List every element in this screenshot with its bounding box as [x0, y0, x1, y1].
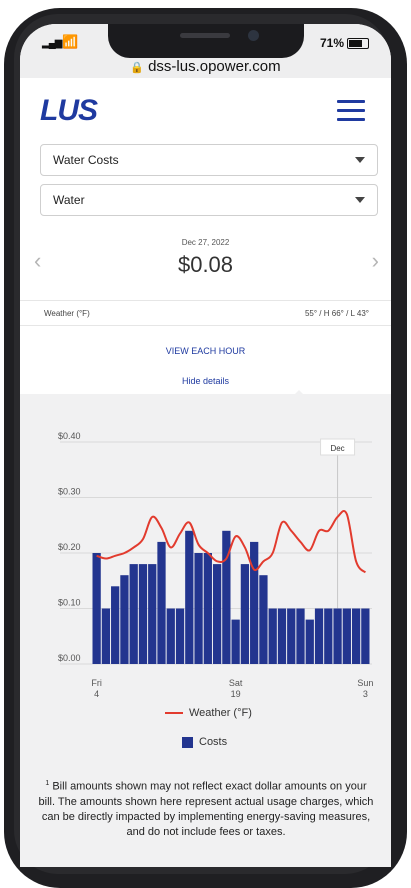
url-text: dss-lus.opower.com — [148, 58, 281, 75]
costs-swatch — [182, 736, 193, 748]
cost-bar — [111, 586, 120, 664]
selected-amount: $0.08 — [177, 252, 234, 277]
cost-bar — [268, 608, 277, 664]
weather-swatch — [165, 712, 183, 715]
cost-bar — [231, 619, 240, 664]
x-tick-date: 19 — [231, 689, 241, 699]
cost-bar — [361, 608, 370, 664]
cost-bar — [203, 553, 212, 664]
battery-indicator: 71% — [320, 36, 369, 50]
cost-bar — [314, 608, 324, 664]
screen: ▂▄▆ 📶 71% 🔒 dss-lus.opower.com LUS Water … — [20, 24, 391, 867]
cost-bar — [175, 608, 185, 664]
view-each-hour-link[interactable]: VIEW EACH HOUR — [20, 346, 391, 356]
x-tick-day: Sun — [357, 678, 373, 688]
footnote: 1 Bill amounts shown may not reflect exa… — [38, 780, 374, 838]
y-tick-label: $0.30 — [58, 487, 81, 497]
cost-bar — [185, 530, 194, 664]
cost-bar — [194, 553, 203, 664]
cost-bar — [157, 541, 166, 664]
y-tick-label: $0.20 — [58, 542, 81, 552]
weather-line — [96, 510, 367, 574]
site-header: LUS — [20, 78, 391, 142]
cost-bar — [250, 541, 259, 664]
y-tick-label: $0.40 — [58, 431, 81, 441]
cell-signal-icon: ▂▄▆ — [42, 38, 62, 49]
usage-chart: $0.00 $0.10 $0.20 $0.30 $0.40 Dec Fri4 Sat19 Sun… — [58, 431, 373, 699]
hide-details-link[interactable]: Hide details — [20, 376, 391, 386]
utility-select[interactable]: Water — [40, 184, 378, 216]
cost-bar — [212, 564, 222, 664]
cost-bar — [277, 608, 287, 664]
cost-bar — [240, 564, 250, 664]
cost-bar — [305, 619, 314, 664]
cost-type-select[interactable]: Water Costs — [40, 144, 378, 176]
hamburger-menu-icon[interactable] — [337, 100, 365, 122]
x-tick-day: Sat — [229, 678, 243, 688]
x-tick-date: 3 — [363, 689, 368, 699]
battery-icon — [347, 38, 369, 50]
chevron-down-icon — [355, 197, 365, 203]
cost-bar — [120, 575, 129, 664]
wifi-icon: 📶 — [62, 34, 79, 49]
cost-bar — [92, 553, 101, 664]
chevron-down-icon — [355, 157, 365, 163]
cost-bar — [342, 608, 351, 664]
cost-bar — [129, 564, 138, 664]
y-tick-label: $0.00 — [58, 653, 81, 663]
phone-notch — [108, 24, 304, 58]
marker-label: Dec — [330, 444, 344, 453]
cost-bar — [351, 608, 361, 664]
x-tick-date: 4 — [94, 689, 99, 699]
cost-bar — [333, 608, 342, 664]
cost-bar — [166, 608, 175, 664]
weather-label: Weather (°F) — [44, 309, 90, 318]
cost-bar — [259, 575, 268, 664]
camera-icon — [248, 30, 259, 41]
legend-weather: Weather (°F) — [20, 707, 391, 719]
address-bar[interactable]: 🔒 dss-lus.opower.com — [20, 58, 391, 78]
weather-value: 55° / H 66° / L 43° — [304, 309, 369, 318]
cost-bar — [296, 608, 305, 664]
y-tick-label: $0.10 — [58, 598, 81, 608]
cost-bar — [287, 608, 296, 664]
legend-costs: Costs — [20, 736, 391, 748]
x-tick-day: Fri — [91, 678, 102, 688]
weather-row: Weather (°F) 55° / H 66° / L 43° — [20, 300, 391, 326]
selected-date: Dec 27, 2022 — [181, 238, 230, 247]
cost-bar — [138, 564, 148, 664]
brand-logo[interactable]: LUS — [40, 94, 98, 128]
cost-bar — [101, 608, 111, 664]
panel-pointer — [292, 390, 306, 397]
lock-icon: 🔒 — [130, 62, 145, 74]
cost-bar — [148, 564, 157, 664]
cost-bar — [324, 608, 333, 664]
